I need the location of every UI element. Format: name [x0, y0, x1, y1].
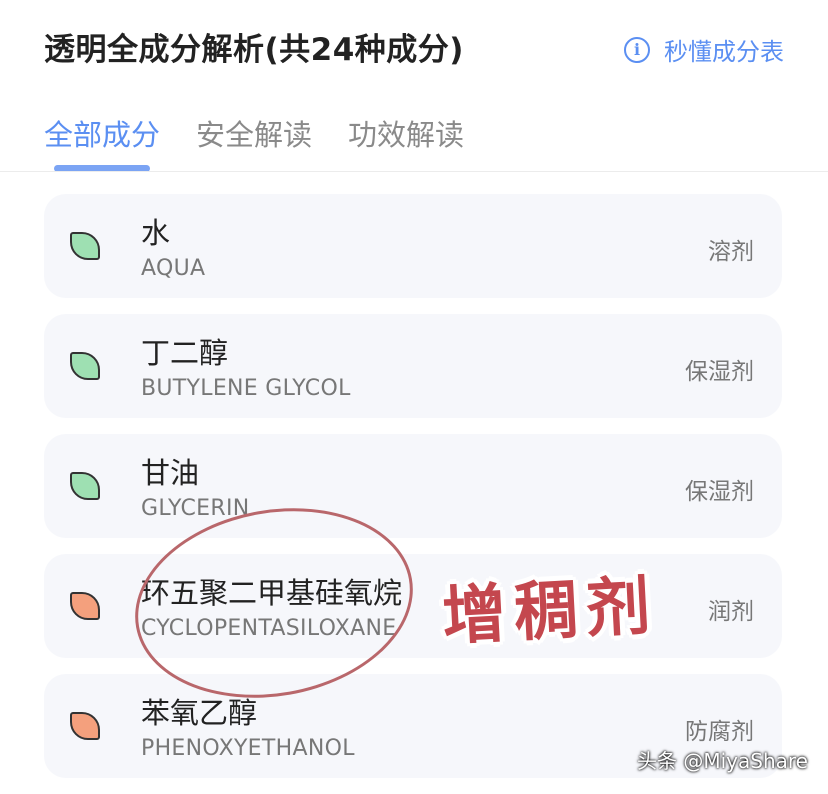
leaf-icon — [70, 712, 100, 740]
leaf-icon — [70, 352, 100, 380]
ingredient-list: 水 AQUA 溶剂 丁二醇 BUTYLENE GLYCOL 保湿剂 甘油 GLY… — [44, 194, 782, 794]
ingredient-inci: BUTYLENE GLYCOL — [141, 376, 351, 401]
leaf-icon — [70, 472, 100, 500]
tab-safety[interactable]: 安全解读 — [196, 112, 312, 172]
ingredient-name: 环五聚二甲基硅氧烷 — [141, 576, 403, 610]
ingredient-name: 甘油 — [141, 456, 200, 490]
header: 透明全成分解析(共24种成分) i 秒懂成分表 — [0, 0, 828, 100]
ingredient-inci: AQUA — [141, 256, 206, 281]
ingredient-guide-label: 秒懂成分表 — [664, 38, 784, 66]
leaf-icon — [70, 232, 100, 260]
ingredient-function: 防腐剂 — [685, 719, 754, 745]
ingredient-function: 保湿剂 — [685, 359, 754, 385]
tab-bar: 全部成分 安全解读 功效解读 — [44, 112, 500, 172]
page-title: 透明全成分解析(共24种成分) — [44, 32, 464, 68]
tab-all-ingredients[interactable]: 全部成分 — [44, 112, 160, 172]
tab-label: 功效解读 — [348, 118, 465, 152]
ingredient-card[interactable]: 丁二醇 BUTYLENE GLYCOL 保湿剂 — [44, 314, 782, 418]
ingredient-name: 水 — [141, 216, 171, 250]
ingredient-function: 溶剂 — [708, 239, 754, 265]
ingredient-guide-link[interactable]: i 秒懂成分表 — [624, 32, 784, 67]
ingredient-function: 润剂 — [708, 599, 754, 625]
ingredient-card[interactable]: 环五聚二甲基硅氧烷 CYCLOPENTASILOXANE 润剂 — [44, 554, 782, 658]
leaf-icon — [70, 592, 100, 620]
ingredient-function: 保湿剂 — [685, 479, 754, 505]
ingredient-name: 丁二醇 — [141, 336, 229, 370]
ingredient-card[interactable]: 水 AQUA 溶剂 — [44, 194, 782, 298]
ingredient-card[interactable]: 甘油 GLYCERIN 保湿剂 — [44, 434, 782, 538]
ingredient-inci: CYCLOPENTASILOXANE — [141, 616, 397, 641]
info-icon: i — [624, 36, 650, 63]
ingredient-name: 苯氧乙醇 — [141, 696, 258, 730]
tab-efficacy[interactable]: 功效解读 — [348, 112, 464, 172]
ingredient-inci: PHENOXYETHANOL — [141, 736, 355, 761]
tab-label: 全部成分 — [44, 118, 161, 152]
ingredient-inci: GLYCERIN — [141, 496, 250, 521]
watermark: 头条 @MiyaShare — [637, 749, 808, 773]
tab-label: 安全解读 — [196, 118, 313, 152]
divider — [0, 171, 828, 172]
